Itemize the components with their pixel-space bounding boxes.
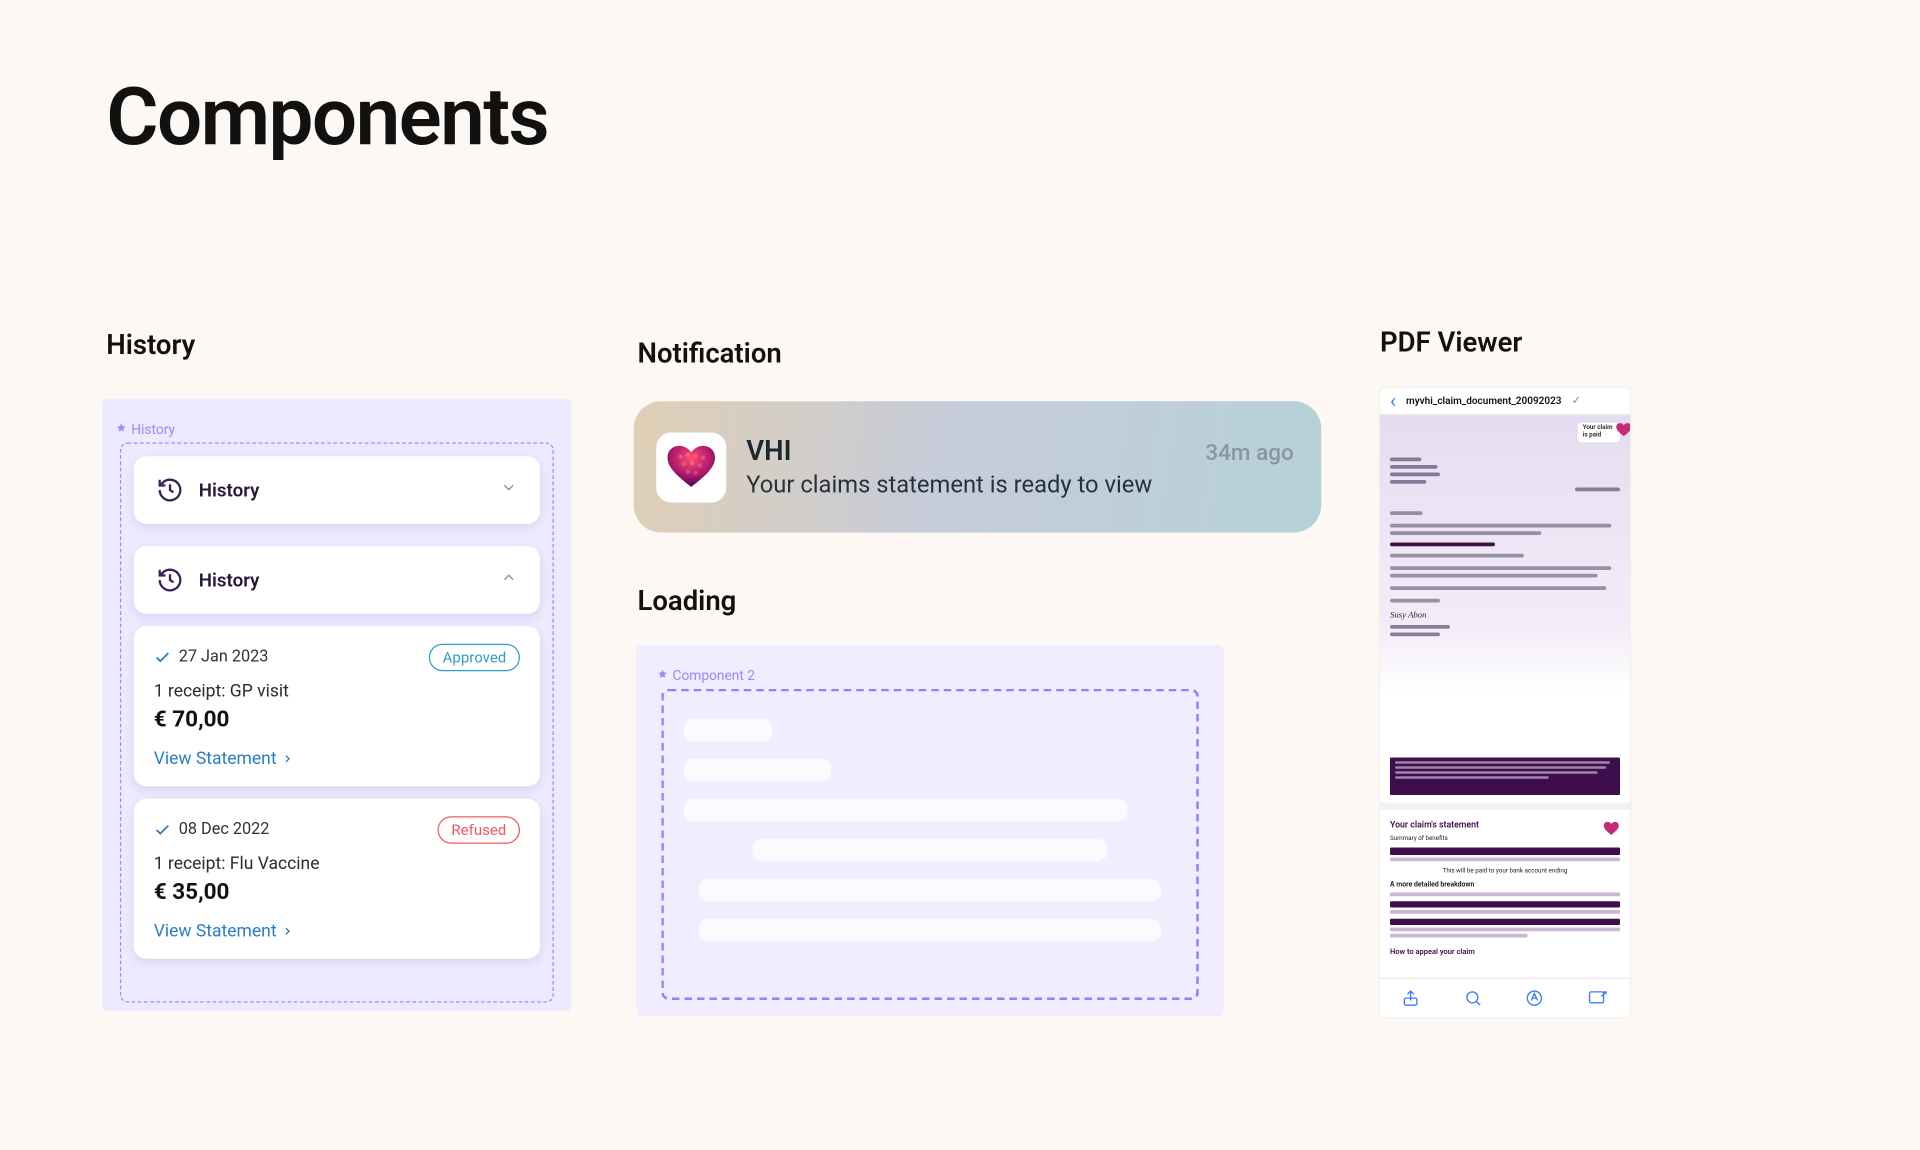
- letter-body: [1390, 511, 1620, 602]
- notification-body: Your claims statement is ready to view: [746, 469, 1294, 498]
- pdf-viewer: ‹ myvhi_claim_document_20092023 ✓ Your c…: [1380, 388, 1630, 1018]
- table-header-bar: [1390, 901, 1620, 907]
- view-statement-text: View Statement: [154, 748, 277, 768]
- figma-tag-loading: Component 2: [656, 667, 755, 683]
- history-dashed-frame: History History 27 Jan 2023: [120, 442, 554, 1002]
- skeleton-line: [699, 918, 1162, 941]
- skeleton-line: [684, 718, 773, 741]
- section-label-history: History: [106, 330, 195, 361]
- history-clock-icon: [156, 476, 184, 504]
- skeleton-line: [699, 878, 1162, 901]
- table-row-line: [1390, 928, 1620, 932]
- letter-signer-block: [1390, 625, 1620, 636]
- figma-tag-history: History: [115, 421, 175, 437]
- pdf-filename: myvhi_claim_document_20092023: [1406, 395, 1562, 406]
- pdf-toolbar-top: ‹ myvhi_claim_document_20092023 ✓: [1380, 388, 1630, 416]
- claim-description: 1 receipt: GP visit: [154, 681, 520, 701]
- page-title: Components: [106, 70, 1920, 164]
- pdf-page-2: Your claim's statement Summary of benefi…: [1380, 810, 1630, 978]
- history-accordion-collapsed[interactable]: History: [134, 456, 540, 524]
- chevron-down-icon: [500, 478, 518, 502]
- claim-date-text: 08 Dec 2022: [179, 820, 270, 839]
- breakdown-heading: A more detailed breakdown: [1390, 881, 1620, 889]
- status-badge-refused: Refused: [438, 816, 520, 844]
- paid-chip-line2: is paid: [1583, 432, 1613, 439]
- claim-date: 08 Dec 2022: [154, 820, 270, 839]
- history-accordion-header[interactable]: History: [134, 546, 540, 614]
- notification-title: VHI: [746, 436, 791, 467]
- pdf-pages[interactable]: Your claim is paid: [1380, 415, 1630, 978]
- claim-card: 08 Dec 2022 Refused 1 receipt: Flu Vacci…: [134, 798, 540, 958]
- view-statement-text: View Statement: [154, 921, 277, 941]
- payment-note: This will be paid to your bank account e…: [1390, 868, 1620, 876]
- letter-address-block: [1390, 458, 1443, 484]
- table-header-bar: [1390, 848, 1620, 856]
- skeleton-line: [684, 758, 832, 781]
- claim-date: 27 Jan 2023: [154, 648, 269, 667]
- section-label-pdf: PDF Viewer: [1380, 328, 1522, 359]
- section-label-notification: Notification: [638, 339, 782, 370]
- status-badge-approved: Approved: [429, 643, 520, 671]
- table-row-line: [1390, 858, 1620, 862]
- pdf-toolbar-bottom: [1380, 978, 1630, 1018]
- history-component-frame: History History History: [103, 399, 572, 1012]
- claim-card: 27 Jan 2023 Approved 1 receipt: GP visit…: [134, 626, 540, 786]
- history-heading-expanded: History: [199, 568, 485, 591]
- pdf-page-1: Your claim is paid: [1380, 415, 1630, 803]
- notification-app-icon: [656, 432, 726, 502]
- verified-icon: ✓: [1572, 394, 1581, 407]
- letter-footer-block: [1390, 758, 1620, 796]
- history-accordion-expanded: History 27 Jan 2023 Approved 1 receipt: …: [134, 546, 540, 959]
- skeleton-line: [753, 838, 1108, 861]
- summary-heading: Summary of benefits: [1390, 835, 1620, 843]
- vhi-heart-icon: [1603, 818, 1621, 842]
- view-statement-link[interactable]: View Statement: [154, 748, 294, 768]
- claim-amount: € 35,00: [154, 878, 520, 904]
- claim-description: 1 receipt: Flu Vaccine: [154, 853, 520, 873]
- claim-amount: € 70,00: [154, 706, 520, 732]
- table-header-bar: [1390, 919, 1620, 925]
- appeal-heading: How to appeal your claim: [1390, 948, 1620, 957]
- view-statement-link[interactable]: View Statement: [154, 921, 294, 941]
- letter-date-line: [1575, 488, 1620, 492]
- loading-component-frame: Component 2: [636, 645, 1224, 1016]
- vhi-heart-icon: [1615, 423, 1630, 441]
- figma-tag-loading-text: Component 2: [673, 667, 756, 683]
- skeleton-line: [684, 798, 1127, 821]
- notification-time: 34m ago: [1205, 439, 1293, 465]
- table-row-line: [1390, 934, 1528, 938]
- letter-signature: Susy Abon: [1390, 610, 1620, 620]
- chevron-up-icon: [500, 568, 518, 592]
- legend-line: [1390, 893, 1620, 897]
- section-label-loading: Loading: [638, 586, 737, 617]
- search-icon[interactable]: [1463, 989, 1482, 1008]
- text-size-icon[interactable]: [1525, 989, 1544, 1008]
- back-chevron-icon[interactable]: ‹: [1390, 391, 1396, 411]
- notification-banner[interactable]: VHI 34m ago Your claims statement is rea…: [634, 401, 1322, 532]
- claim-date-text: 27 Jan 2023: [179, 648, 269, 667]
- share-icon[interactable]: [1402, 989, 1421, 1008]
- history-heading-collapsed: History: [199, 478, 485, 501]
- figma-tag-history-text: History: [131, 421, 175, 437]
- history-clock-icon: [156, 566, 184, 594]
- annotate-icon[interactable]: [1587, 989, 1608, 1008]
- table-row-line: [1390, 910, 1620, 914]
- claim-paid-chip: Your claim is paid: [1578, 423, 1620, 443]
- statement-title: Your claim's statement: [1390, 820, 1620, 830]
- notification-text: VHI 34m ago Your claims statement is rea…: [746, 436, 1294, 499]
- loading-skeleton: [661, 688, 1199, 999]
